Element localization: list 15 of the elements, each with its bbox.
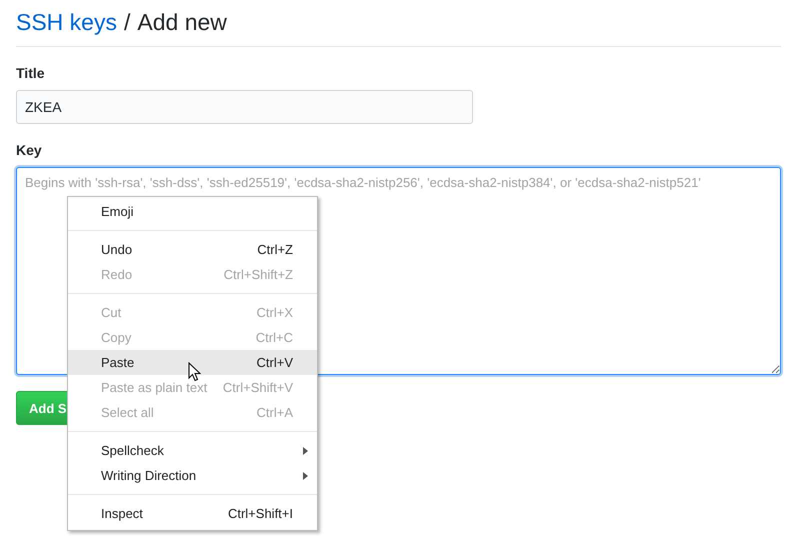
breadcrumb-separator: / (124, 8, 130, 37)
ssh-keys-link[interactable]: SSH keys (16, 4, 117, 40)
menu-item[interactable]: Undo Ctrl+Z (68, 237, 317, 262)
submenu-arrow-icon (303, 447, 308, 455)
menu-item[interactable]: Emoji (68, 199, 317, 224)
title-label: Title (16, 64, 45, 83)
submenu-arrow-icon (303, 472, 308, 480)
key-label: Key (16, 141, 42, 160)
mouse-pointer-icon (188, 362, 201, 382)
menu-item[interactable]: Writing Direction (68, 463, 317, 488)
title-input[interactable]: ZKEA (16, 90, 473, 124)
menu-item[interactable]: Paste Ctrl+V (68, 350, 317, 375)
menu-item[interactable]: Inspect Ctrl+Shift+I (68, 501, 317, 526)
menu-item[interactable]: Spellcheck (68, 438, 317, 463)
page-title: Add new (137, 8, 227, 37)
